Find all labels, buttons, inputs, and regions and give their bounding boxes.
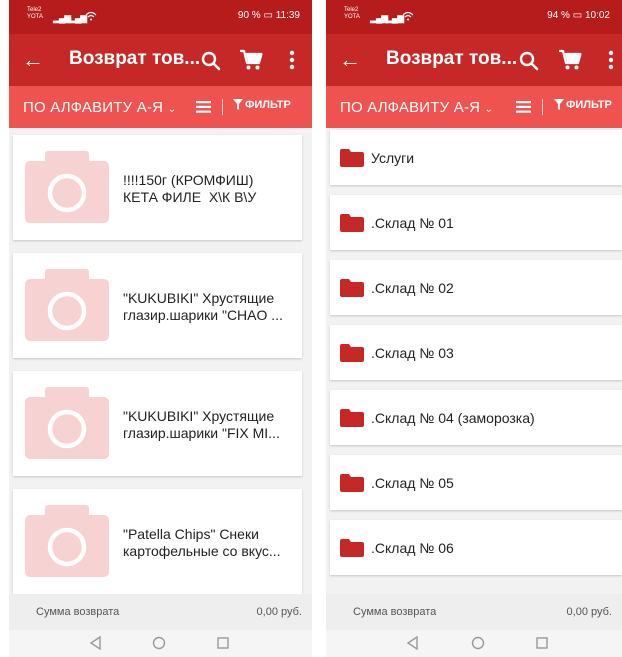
sort-dropdown[interactable]: ПО АЛФАВИТУ А-Я ⌄ — [23, 99, 176, 116]
sum-value: 0,00 руб. — [256, 606, 302, 618]
chevron-down-icon: ⌄ — [167, 104, 177, 115]
signal-icon: ▂▄▆ — [69, 13, 87, 23]
more-vert-icon[interactable] — [604, 48, 618, 72]
wifi-icon — [402, 11, 414, 21]
folder-icon — [340, 344, 364, 362]
sum-value: 0,00 руб. — [566, 606, 612, 618]
folder-icon — [340, 214, 364, 232]
nav-home-icon[interactable] — [152, 636, 166, 650]
page-title: Возврат тов... — [69, 48, 201, 69]
product-list: !!!!150г (КРОМФИШ) КЕТА ФИЛЕ Х\К В\У "KU… — [9, 128, 312, 594]
nav-recent-icon[interactable] — [536, 637, 548, 649]
sort-label: ПО АЛФАВИТУ А-Я — [23, 99, 164, 116]
carrier-label: Tele2 YOTA — [344, 7, 360, 20]
nav-back-icon[interactable] — [406, 636, 420, 650]
folder-item[interactable]: .Склад № 04 (заморозка) — [330, 390, 622, 445]
battery-percent: 90 % — [237, 10, 261, 21]
camera-placeholder-icon — [25, 387, 109, 459]
chevron-down-icon: ⌄ — [484, 104, 494, 115]
system-nav-bar — [9, 630, 312, 657]
folder-list: Услуги .Склад № 01 .Склад № 02 .Склад № … — [326, 128, 622, 594]
arrow-left-icon[interactable]: ← — [19, 46, 47, 74]
sort-bar: ПО АЛФАВИТУ А-Я ⌄ ФИЛЬТР — [326, 86, 622, 128]
arrow-left-icon[interactable]: ← — [336, 46, 364, 74]
cart-icon[interactable] — [238, 48, 264, 72]
camera-placeholder-icon — [25, 151, 109, 223]
camera-placeholder-icon — [25, 269, 109, 341]
sum-label: Сумма возврата — [36, 606, 120, 618]
list-view-icon[interactable] — [196, 101, 211, 113]
left-phone-screen: Tele2 YOTA ▂▄▆ ▂▄▆ 90 % ▭ 11:39 ← Возвра… — [9, 0, 312, 657]
folder-icon — [340, 149, 364, 167]
folder-icon — [340, 474, 364, 492]
product-name: !!!!150г (КРОМФИШ) КЕТА ФИЛЕ Х\К В\У — [123, 172, 257, 205]
product-card[interactable]: "KUKUBIKI" Хрустящие глазир.шарики "CHAO… — [13, 253, 302, 358]
product-card[interactable]: !!!!150г (КРОМФИШ) КЕТА ФИЛЕ Х\К В\У — [13, 135, 302, 240]
folder-label: .Склад № 06 — [371, 540, 454, 556]
battery-icon: ▭ — [263, 10, 273, 21]
status-bar: Tele2 YOTA ▂▄▆ ▂▄▆ 90 % ▭ 11:39 — [9, 0, 312, 34]
signal-icon: ▂▄▆ — [386, 13, 404, 23]
folder-label: .Склад № 04 (заморозка) — [371, 410, 535, 426]
folder-icon — [340, 409, 364, 427]
filter-icon — [554, 99, 564, 110]
carrier-label: Tele2 YOTA — [27, 7, 43, 20]
filter-button[interactable]: ФИЛЬТР — [233, 99, 291, 111]
toolbar: ← Возврат тов... — [9, 34, 312, 86]
camera-placeholder-icon — [25, 505, 109, 577]
toolbar: ← Возврат тов... — [326, 34, 622, 86]
sort-bar: ПО АЛФАВИТУ А-Я ⌄ ФИЛЬТР — [9, 86, 312, 128]
folder-item[interactable]: Услуги — [330, 130, 622, 185]
sort-dropdown[interactable]: ПО АЛФАВИТУ А-Я ⌄ — [340, 99, 493, 116]
sort-label: ПО АЛФАВИТУ А-Я — [340, 99, 481, 116]
folder-item[interactable]: .Склад № 05 — [330, 455, 622, 510]
folder-icon — [340, 539, 364, 557]
folder-label: .Склад № 05 — [371, 475, 454, 491]
folder-label: .Склад № 02 — [371, 280, 454, 296]
clock: 10:02 — [584, 10, 610, 21]
nav-recent-icon[interactable] — [217, 637, 229, 649]
battery-icon: ▭ — [572, 10, 583, 21]
list-view-icon[interactable] — [516, 101, 531, 113]
cart-icon[interactable] — [557, 48, 583, 72]
page-title: Возврат тов... — [386, 48, 518, 69]
status-right: 90 % ▭ 11:39 — [238, 10, 300, 21]
product-card[interactable]: "KUKUBIKI" Хрустящие глазир.шарики "FIX … — [13, 371, 302, 476]
return-sum-bar: Сумма возврата 0,00 руб. — [326, 594, 622, 630]
nav-back-icon[interactable] — [89, 636, 103, 650]
product-name: "KUKUBIKI" Хрустящие глазир.шарики "CHAO… — [123, 290, 283, 323]
return-sum-bar: Сумма возврата 0,00 руб. — [9, 594, 312, 630]
folder-item[interactable]: .Склад № 03 — [330, 325, 622, 380]
filter-button[interactable]: ФИЛЬТР — [554, 99, 612, 111]
signal-icon: ▂▄▆ — [53, 13, 71, 23]
filter-label: ФИЛЬТР — [566, 99, 612, 111]
search-icon[interactable] — [199, 49, 223, 73]
product-name: "Patella Chips" Снеки картофельные со вк… — [123, 526, 281, 559]
more-vert-icon[interactable] — [285, 48, 299, 72]
folder-item[interactable]: .Склад № 02 — [330, 260, 622, 315]
folder-label: .Склад № 01 — [371, 215, 454, 231]
sum-label: Сумма возврата — [353, 606, 437, 618]
folder-item[interactable]: .Склад № 06 — [330, 520, 622, 575]
battery-percent: 94 % — [547, 10, 570, 21]
product-card[interactable]: "Patella Chips" Снеки картофельные со вк… — [13, 489, 302, 594]
product-name: "KUKUBIKI" Хрустящие глазир.шарики "FIX … — [123, 408, 280, 441]
clock: 11:39 — [275, 10, 300, 21]
divider — [222, 99, 223, 115]
system-nav-bar — [326, 630, 622, 657]
status-right: 94 % ▭ 10:02 — [547, 10, 610, 21]
folder-label: .Склад № 03 — [371, 345, 454, 361]
status-bar: Tele2 YOTA ▂▄▆ ▂▄▆ 94 % ▭ 10:02 — [326, 0, 622, 34]
filter-icon — [233, 99, 243, 110]
right-phone-screen: Tele2 YOTA ▂▄▆ ▂▄▆ 94 % ▭ 10:02 ← Возвра… — [326, 0, 622, 657]
wifi-icon — [85, 11, 97, 21]
search-icon[interactable] — [517, 49, 541, 73]
filter-label: ФИЛЬТР — [245, 99, 291, 111]
divider — [542, 99, 543, 115]
signal-icon: ▂▄▆ — [370, 13, 388, 23]
folder-icon — [340, 279, 364, 297]
folder-item[interactable]: .Склад № 01 — [330, 195, 622, 250]
nav-home-icon[interactable] — [471, 636, 485, 650]
folder-label: Услуги — [371, 150, 415, 166]
